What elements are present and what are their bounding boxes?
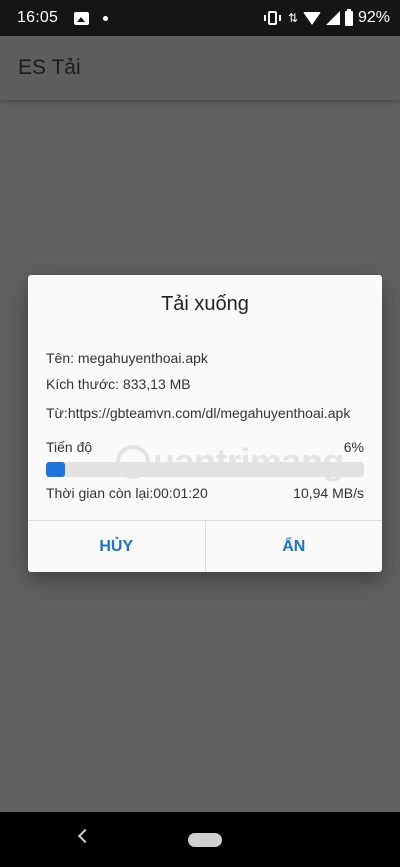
dot-icon xyxy=(103,15,109,21)
navigation-bar xyxy=(0,812,400,867)
home-pill-icon[interactable] xyxy=(188,833,222,847)
time-row: Thời gian còn lại:00:01:20 10,94 MB/s xyxy=(46,485,364,501)
dialog-title: Tải xuống xyxy=(161,293,249,315)
battery-percent: 92% xyxy=(357,9,390,26)
file-size: Kích thước: 833,13 MB xyxy=(46,376,191,392)
progress-percent: 6% xyxy=(343,439,364,455)
signal-icon xyxy=(325,11,340,25)
progress-bar xyxy=(46,462,364,477)
screen: 16:05 ⇅ 92% ES Tải Tải xuống Tên: megahu… xyxy=(0,0,400,867)
download-speed: 10,94 MB/s xyxy=(293,485,364,501)
status-notification-icons xyxy=(74,11,109,25)
status-system-icons: ⇅ 92% xyxy=(262,8,390,27)
download-dialog: Tải xuống Tên: megahuyenthoai.apk Kích t… xyxy=(28,275,382,572)
data-arrows-icon: ⇅ xyxy=(287,11,298,25)
hide-button[interactable]: ẨN xyxy=(206,521,383,572)
source-url: Từ:https://gbteamvn.com/dl/megahuyenthoa… xyxy=(46,405,351,421)
file-name: Tên: megahuyenthoai.apk xyxy=(46,350,208,366)
app-title: ES Tải xyxy=(18,56,81,79)
back-icon[interactable] xyxy=(77,828,93,844)
battery-icon xyxy=(344,8,353,26)
wifi-icon xyxy=(302,11,321,25)
app-bar: ES Tải xyxy=(0,36,400,100)
status-time: 16:05 xyxy=(17,9,59,26)
progress-row: Tiến độ 6% xyxy=(46,439,364,455)
dialog-buttons: HỦY ẨN xyxy=(28,521,382,572)
progress-bar-fill xyxy=(46,462,66,477)
image-icon xyxy=(74,11,90,25)
vibrate-icon xyxy=(262,11,283,25)
time-remaining: Thời gian còn lại:00:01:20 xyxy=(46,485,208,501)
status-bar: 16:05 ⇅ 92% xyxy=(0,0,400,36)
progress-label: Tiến độ xyxy=(46,439,93,455)
cancel-button[interactable]: HỦY xyxy=(28,521,205,572)
